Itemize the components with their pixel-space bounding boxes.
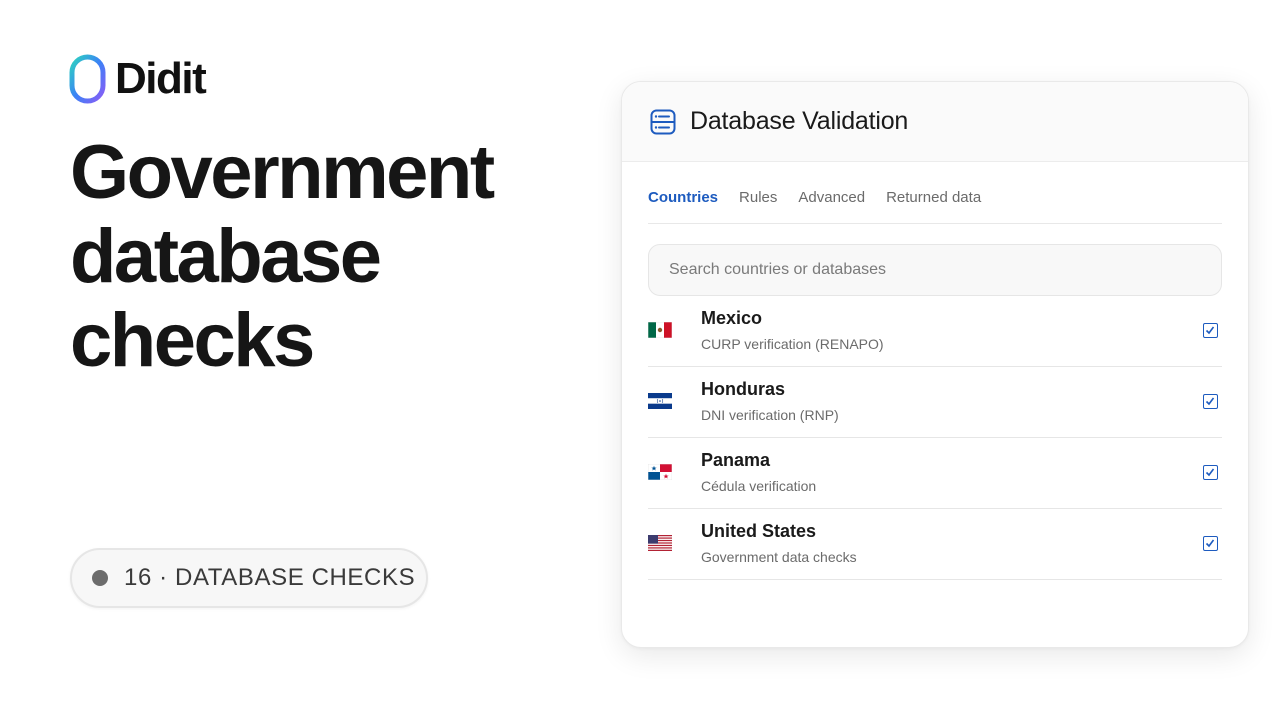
check-icon [1205, 326, 1215, 335]
verification-detail: DNI verification (RNP) [701, 407, 839, 423]
list-item[interactable]: United States Government data checks [648, 509, 1222, 580]
database-icon [650, 109, 676, 134]
tab-rules[interactable]: Rules [739, 189, 777, 206]
country-name: Panama [701, 450, 771, 470]
list-item[interactable]: Mexico CURP verification (RENAPO) [648, 296, 1222, 367]
search-input[interactable] [667, 260, 1221, 280]
tab-bar: Countries Rules Advanced Returned data [648, 162, 1222, 224]
usa-flag-icon [648, 535, 672, 551]
country-name: United States [701, 521, 817, 541]
tab-countries[interactable]: Countries [648, 189, 718, 206]
list-item[interactable]: Honduras DNI verification (RNP) [648, 367, 1222, 438]
checkbox-checked[interactable] [1203, 465, 1218, 480]
brand-logo[interactable]: Didit [69, 54, 207, 104]
card-header: Database Validation [622, 82, 1248, 162]
checkbox-checked[interactable] [1203, 536, 1218, 551]
verification-detail: CURP verification (RENAPO) [701, 336, 884, 352]
page: Didit Government database checks 16 · DA… [0, 0, 1280, 720]
status-dot [92, 570, 108, 586]
database-validation-card: Database Validation Countries Rules Adva… [621, 81, 1249, 648]
check-icon [1205, 397, 1215, 406]
verification-detail: Government data checks [701, 549, 857, 565]
country-name: Honduras [701, 379, 786, 399]
didit-logo-icon [69, 54, 106, 104]
search-box [648, 244, 1222, 296]
check-icon [1205, 539, 1215, 548]
page-headline: Government database checks [70, 130, 495, 383]
check-icon [1205, 468, 1215, 477]
honduras-flag-icon [648, 393, 672, 409]
list-item[interactable]: Panama Cédula verification [648, 438, 1222, 509]
tab-returned-data[interactable]: Returned data [886, 189, 981, 206]
mexico-flag-icon [648, 322, 672, 338]
checkbox-checked[interactable] [1203, 394, 1218, 409]
headline-line: database [70, 214, 382, 299]
country-name: Mexico [701, 308, 763, 328]
verification-detail: Cédula verification [701, 478, 817, 494]
headline-line: Government [70, 130, 495, 215]
tab-advanced[interactable]: Advanced [798, 189, 865, 206]
checks-count-badge: 16 · DATABASE CHECKS [70, 548, 428, 608]
card-title: Database Validation [690, 107, 909, 135]
headline-line: checks [70, 298, 315, 383]
country-list: Mexico CURP verification (RENAPO) Hondur… [648, 296, 1222, 580]
badge-label: 16 · DATABASE CHECKS [124, 564, 416, 591]
panama-flag-icon [648, 464, 672, 480]
brand-name: Didit [115, 54, 207, 103]
checkbox-checked[interactable] [1203, 323, 1218, 338]
